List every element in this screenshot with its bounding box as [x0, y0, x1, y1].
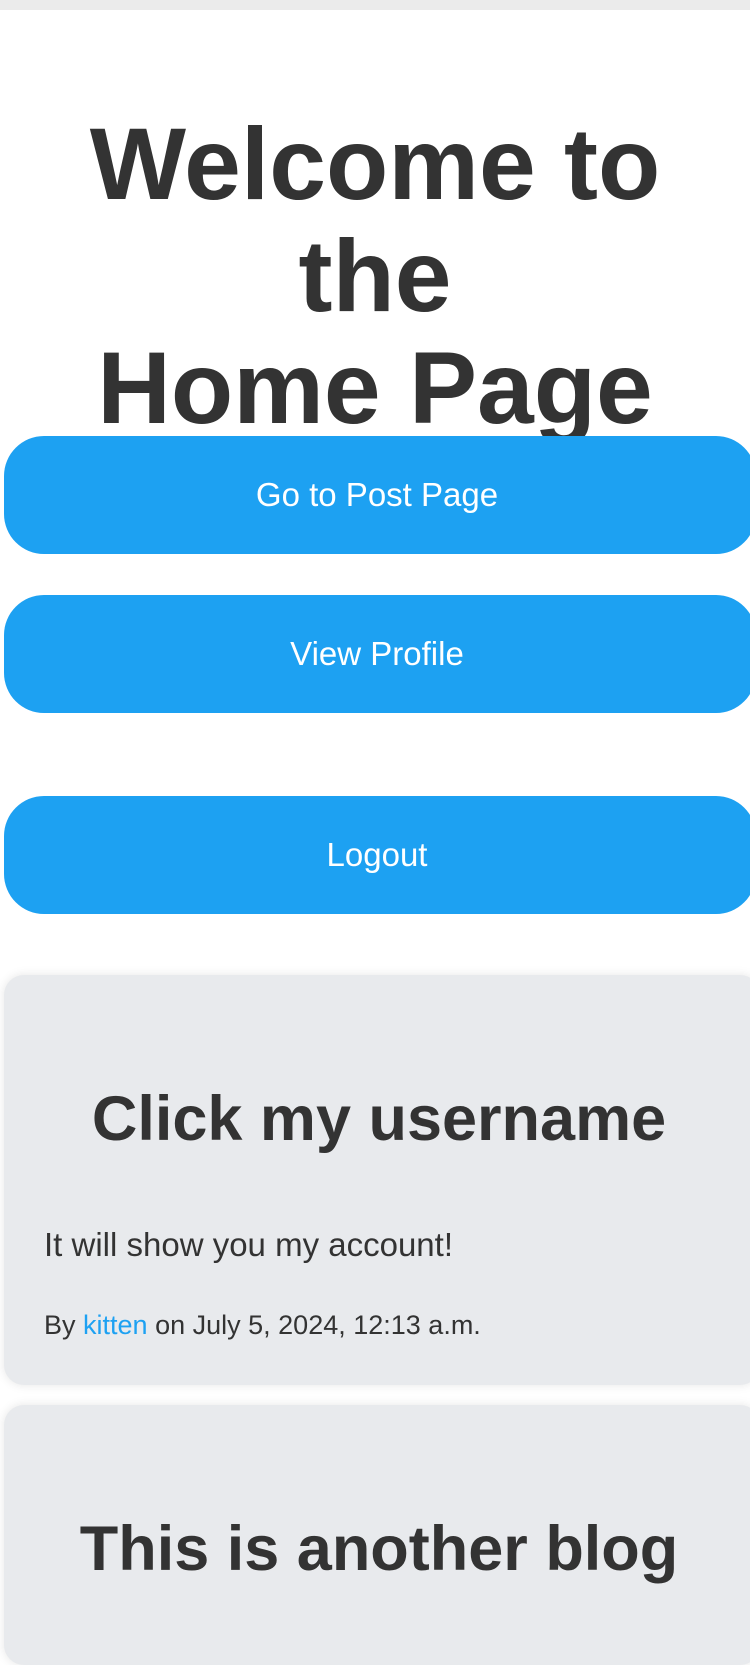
- page-title-line-1: Welcome to the: [89, 107, 661, 333]
- browser-top-bar: [0, 0, 750, 10]
- page-title-line-2: Home Page: [97, 331, 653, 445]
- post-date: on July 5, 2024, 12:13 a.m.: [155, 1310, 481, 1340]
- post-by-label: By: [44, 1310, 76, 1340]
- go-to-post-page-button[interactable]: Go to Post Page: [4, 436, 750, 554]
- post-body: It will show you my account!: [44, 1226, 453, 1263]
- post-title: This is another blog: [79, 1514, 679, 1584]
- post-card: Click my username It will show you my ac…: [4, 975, 750, 1385]
- post-title: Click my username: [91, 1084, 667, 1154]
- post-author-link[interactable]: kitten: [83, 1310, 148, 1340]
- post-card: This is another blog: [4, 1405, 750, 1665]
- page-title: Welcome to the Home Page: [0, 108, 750, 444]
- view-profile-label: View Profile: [290, 635, 464, 672]
- post-meta: By kitten on July 5, 2024, 12:13 a.m.: [44, 1308, 481, 1342]
- logout-label: Logout: [326, 836, 428, 873]
- go-to-post-page-label: Go to Post Page: [255, 476, 499, 513]
- view-profile-button[interactable]: View Profile: [4, 595, 750, 713]
- logout-button[interactable]: Logout: [4, 796, 750, 914]
